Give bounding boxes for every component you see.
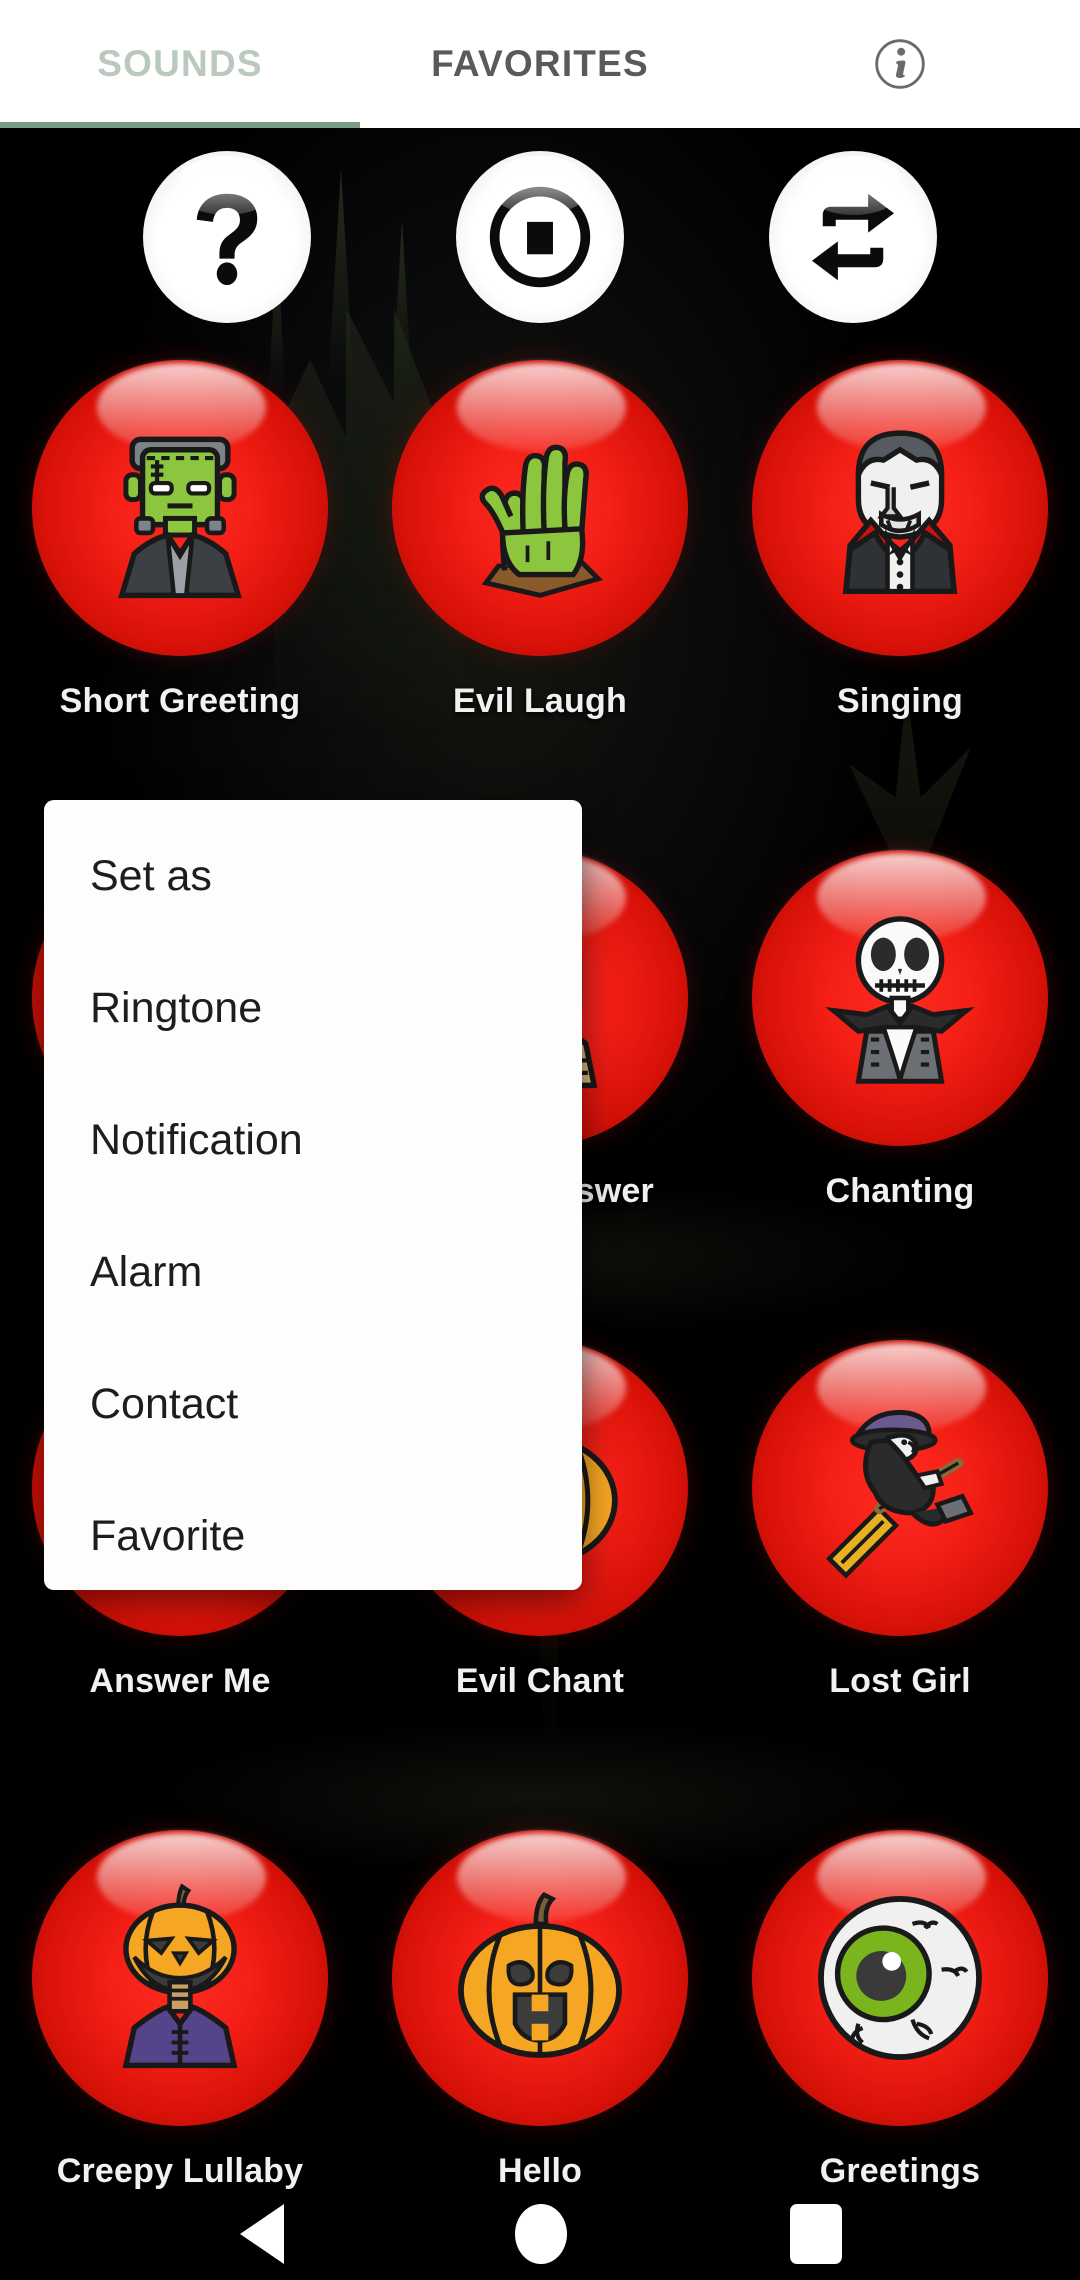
sound-tile-lost-girl[interactable]: Lost Girl [720,1330,1080,1820]
sound-tile-creepy-lullaby[interactable]: Creepy Lullaby [0,1820,360,2280]
sound-tile-chanting[interactable]: Chanting [720,840,1080,1330]
vampire-icon [842,430,958,594]
menu-item-label: Set as [90,852,212,900]
sound-tile-hello[interactable]: Hello [360,1820,720,2280]
sound-label: Lost Girl [829,1662,971,1700]
menu-item-label: Notification [90,1116,303,1164]
playback-controls [0,146,1080,328]
sound-tile-evil-laugh[interactable]: Evil Laugh [360,350,720,840]
menu-item-notification[interactable]: Notification [44,1116,582,1248]
sound-bubble[interactable] [32,360,328,656]
jack-o-lantern-icon [458,1892,622,2058]
sound-label: Greetings [819,2152,981,2190]
sound-tile-greetings[interactable]: Greetings [720,1820,1080,2280]
sound-label: Evil Laugh [453,682,627,720]
help-button[interactable] [142,151,311,323]
sound-bubble[interactable] [752,360,1048,656]
app-root: SOUNDS FAVORITES Short Greeting Evil Lau… [0,0,1080,2280]
tab-sounds[interactable]: SOUNDS [0,0,360,128]
tab-bar: SOUNDS FAVORITES [0,0,1080,128]
menu-item-label: Ringtone [90,984,263,1032]
sound-label: Creepy Lullaby [56,2152,304,2190]
witch-icon [826,1410,974,1579]
tab-selected-indicator [0,122,360,128]
stop-circle-icon [489,186,591,288]
pumpkin-scarecrow-icon [122,1883,238,2069]
sound-label: Chanting [825,1172,975,1210]
eyeball-icon [818,1896,982,2060]
menu-item-label: Favorite [90,1512,246,1560]
sound-bubble[interactable] [752,1340,1048,1636]
sound-bubble[interactable] [32,1830,328,2126]
sound-bubble[interactable] [752,850,1048,1146]
frankenstein-icon [118,436,242,599]
menu-item-set-as[interactable]: Set as [44,852,582,984]
sound-label: Answer Me [89,1662,271,1700]
sound-bubble[interactable] [392,1830,688,2126]
info-button[interactable] [720,0,1080,128]
sound-label: Hello [497,2152,583,2190]
menu-item-favorite[interactable]: Favorite [44,1512,582,1644]
repeat-icon [812,193,895,281]
menu-item-alarm[interactable]: Alarm [44,1248,582,1380]
sound-label: Singing [836,682,964,720]
sound-bubble[interactable] [392,360,688,656]
sound-tile-singing[interactable]: Singing [720,350,1080,840]
tab-favorites-label: FAVORITES [431,43,649,84]
stop-button[interactable] [455,151,624,323]
sound-label: Short Greeting [59,682,301,720]
tab-sounds-label: SOUNDS [97,43,263,84]
zombie-hand-icon [479,444,604,598]
tab-favorites[interactable]: FAVORITES [360,0,720,128]
menu-item-ringtone[interactable]: Ringtone [44,984,582,1116]
menu-item-contact[interactable]: Contact [44,1380,582,1512]
sound-label: Evil Chant [455,1662,625,1700]
menu-item-label: Contact [90,1380,239,1428]
info-icon [875,39,925,89]
question-mark-icon [196,193,257,286]
loop-button[interactable] [769,151,938,323]
sound-bubble[interactable] [752,1830,1048,2126]
menu-item-label: Alarm [90,1248,203,1296]
skeleton-icon [825,916,975,1084]
sound-tile-short-greeting[interactable]: Short Greeting [0,350,360,840]
context-menu[interactable]: Set as Ringtone Notification Alarm Conta… [44,800,582,1590]
